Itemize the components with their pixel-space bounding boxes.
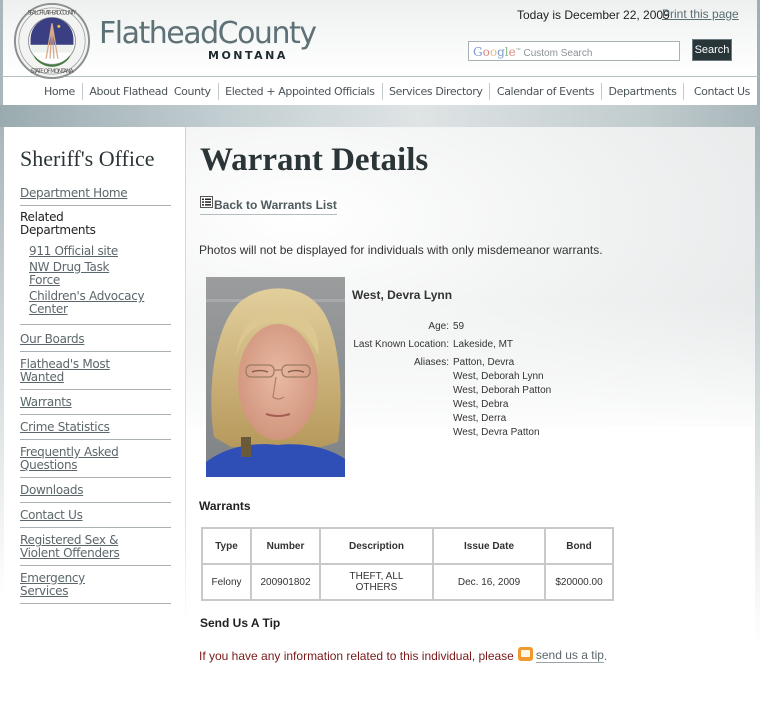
search-button[interactable]: Search [692, 39, 732, 61]
brand-name[interactable]: FlatheadCounty [99, 16, 317, 51]
sidebar-block: Flathead's Most Wanted [20, 352, 171, 390]
related-childrens-advocacy-center[interactable]: Children's Advocacy Center [29, 290, 149, 316]
alias-item: West, Deborah Lynn [453, 371, 544, 382]
col-number: Number [250, 527, 321, 565]
sidebar-block: Frequently Asked Questions [20, 440, 171, 478]
tip-text: If you have any information related to t… [199, 648, 514, 663]
main-nav: Home About Flathead County Elected + App… [0, 76, 760, 105]
location-row: Last Known Location: Lakeside, MT [352, 336, 551, 354]
print-page-link[interactable]: Print this page [662, 7, 739, 21]
brand-state: MONTANA [208, 49, 288, 62]
back-to-warrants-link[interactable]: Back to Warrants List [200, 196, 337, 215]
site-header: SEAL OF FLATHEAD COUNTY STATE OF MONTANA… [0, 0, 760, 80]
col-type: Type [201, 527, 252, 565]
age-value: 59 [453, 321, 465, 332]
search-input[interactable]: Google™ Custom Search [468, 41, 680, 61]
related-nw-drug-task-force[interactable]: NW Drug Task Force [29, 261, 119, 287]
sidebar-block: Our Boards [20, 325, 171, 352]
cell-bond: $20000.00 [544, 563, 614, 601]
sidebar: Sheriff's Office Department Home Related… [20, 146, 171, 604]
seal-top-text: SEAL OF FLATHEAD COUNTY [28, 11, 77, 17]
cell-issue-date: Dec. 16, 2009 [432, 563, 546, 601]
sidebar-block: Downloads [20, 478, 171, 503]
column-divider [185, 127, 186, 627]
nav-about[interactable]: About Flathead County [82, 85, 217, 98]
nav-contact[interactable]: Contact Us [684, 85, 757, 98]
photo-notice: Photos will not be displayed for individ… [199, 243, 603, 257]
right-border [755, 127, 760, 647]
sidebar-registered-offenders[interactable]: Registered Sex & Violent Offenders [20, 534, 125, 560]
aliases-label: Aliases: [413, 357, 449, 368]
table-header-row: Type Number Description Issue Date Bond [201, 527, 614, 565]
sidebar-title: Sheriff's Office [20, 146, 155, 171]
sidebar-crime-statistics[interactable]: Crime Statistics [20, 421, 171, 434]
google-logo: Google [473, 45, 516, 59]
tip-heading: Send Us A Tip [200, 616, 281, 630]
alias-item: Patton, Devra [453, 357, 515, 368]
warrants-table: Type Number Description Issue Date Bond … [201, 527, 614, 601]
related-departments-label: Related Departments [20, 210, 96, 237]
county-seal-logo[interactable]: SEAL OF FLATHEAD COUNTY STATE OF MONTANA [13, 2, 91, 80]
today-date: Today is December 22, 2009 [517, 8, 670, 22]
suspect-details: Age: 59 Last Known Location: Lakeside, M… [352, 318, 551, 440]
suspect-photo [206, 277, 345, 477]
warrants-heading: Warrants [199, 499, 251, 513]
tip-period: . [603, 648, 608, 663]
nav-officials[interactable]: Elected + Appointed Officials [218, 85, 381, 98]
back-to-warrants-label: Back to Warrants List [214, 198, 337, 212]
search-placeholder: Custom Search [523, 48, 593, 59]
col-bond: Bond [544, 527, 614, 565]
col-issue-date: Issue Date [432, 527, 546, 565]
sidebar-emergency-services[interactable]: Emergency Services [20, 572, 90, 598]
alias-item: West, Deborah Patton [453, 385, 552, 396]
sidebar-our-boards[interactable]: Our Boards [20, 333, 171, 346]
cell-type: Felony [201, 563, 252, 601]
col-description: Description [319, 527, 434, 565]
sidebar-most-wanted[interactable]: Flathead's Most Wanted [20, 358, 115, 384]
alias-item: West, Debra [453, 399, 509, 410]
seal-bottom-text: STATE OF MONTANA [31, 69, 74, 75]
sidebar-block: Registered Sex & Violent Offenders [20, 528, 171, 566]
decorative-band [0, 105, 760, 127]
sidebar-contact-us[interactable]: Contact Us [20, 509, 171, 522]
alias-item: West, Devra Patton [453, 427, 540, 438]
nav-home[interactable]: Home [37, 85, 82, 98]
sidebar-downloads[interactable]: Downloads [20, 484, 171, 497]
location-label: Last Known Location: [353, 339, 449, 350]
sidebar-block: Contact Us [20, 503, 171, 528]
aliases-row: Aliases: Patton, Devra West, Deborah Lyn… [352, 354, 551, 440]
related-911-official-site[interactable]: 911 Official site [29, 245, 171, 258]
cell-description: THEFT, ALL OTHERS [319, 563, 434, 601]
suspect-name: West, Devra Lynn [352, 288, 453, 302]
location-value: Lakeside, MT [453, 339, 514, 350]
page-title: Warrant Details [200, 142, 429, 178]
sidebar-block: Crime Statistics [20, 415, 171, 440]
sidebar-block: Emergency Services [20, 566, 171, 604]
sidebar-block: Department Home [20, 187, 171, 206]
left-border [0, 127, 4, 597]
nav-services[interactable]: Services Directory [382, 85, 489, 98]
tip-message: If you have any information related to t… [199, 646, 608, 663]
related-departments-list: 911 Official site NW Drug Task Force Chi… [20, 237, 171, 325]
sidebar-block: Warrants [20, 390, 171, 415]
sidebar-department-home[interactable]: Department Home [20, 187, 171, 200]
cell-number: 200901802 [250, 563, 321, 601]
age-row: Age: 59 [352, 318, 551, 336]
sidebar-faq[interactable]: Frequently Asked Questions [20, 446, 125, 472]
mail-icon[interactable] [517, 646, 533, 661]
table-row: Felony 200901802 THEFT, ALL OTHERS Dec. … [201, 563, 614, 601]
sidebar-warrants[interactable]: Warrants [20, 396, 171, 409]
nav-departments[interactable]: Departments [602, 85, 684, 98]
send-tip-link[interactable]: send us a tip [535, 648, 604, 663]
aliases-list: Patton, Devra West, Deborah Lynn West, D… [453, 356, 551, 440]
alias-item: West, Derra [453, 413, 507, 424]
nav-calendar[interactable]: Calendar of Events [490, 85, 601, 98]
list-icon [200, 196, 213, 208]
age-label: Age: [428, 321, 449, 332]
